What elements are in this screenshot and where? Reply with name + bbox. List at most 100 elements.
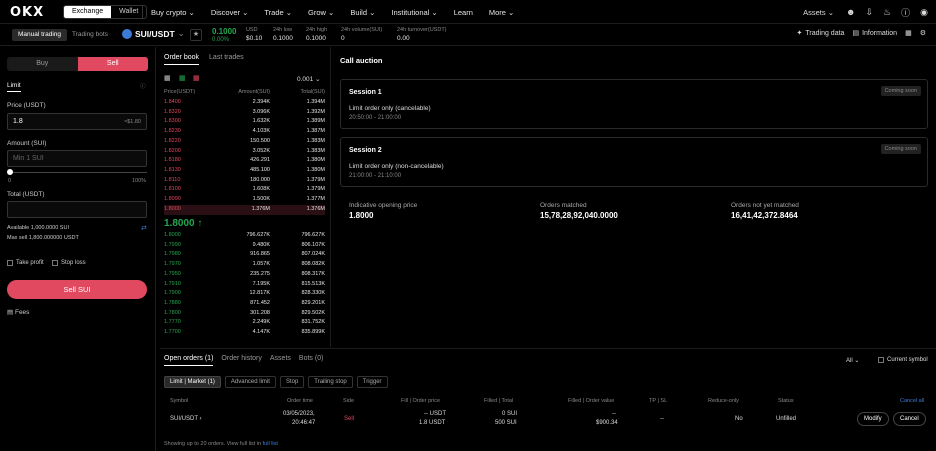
tab-assets[interactable]: Assets (270, 355, 291, 366)
ask-row[interactable]: 1.8130 485.100 1.380M (164, 166, 325, 176)
last-price: 0.1000 (212, 27, 237, 36)
ask-row[interactable]: 1.8090 1.500K 1.377M (164, 195, 325, 205)
ask-row[interactable]: 1.8100 1.608K 1.379M (164, 185, 325, 195)
tab-order-history[interactable]: Order history (221, 355, 261, 366)
row-amount: 871.452 (250, 299, 270, 306)
book-view-both-icon[interactable]: ▦ (164, 74, 171, 82)
ask-row[interactable]: 1.8400 2.394K 1.394M (164, 98, 325, 108)
bid-row[interactable]: 1.7990 9.480K 806.107K (164, 241, 325, 251)
menu-grow[interactable]: Grow ⌄ (308, 8, 334, 17)
settings-gear-icon[interactable]: ⚙ (920, 29, 926, 37)
stop-loss-checkbox[interactable]: Stop loss (52, 260, 86, 266)
pair-selector[interactable]: SUI/USDT ⌄ (122, 28, 185, 39)
amount-input[interactable]: Min 1 SUI (7, 150, 147, 167)
transfer-icon[interactable]: ⇄ (141, 224, 147, 232)
book-view-bids-icon[interactable]: ▦ (179, 74, 186, 82)
ask-row[interactable]: 1.8230 4.103K 1.387M (164, 127, 325, 137)
amount-slider-handle[interactable] (7, 169, 13, 175)
order-form: Buy Sell Limit ⓘ Price (USDT) 1.8 ≈$1.80… (0, 47, 155, 451)
ask-row[interactable]: 1.8220 150.500 1.383M (164, 137, 325, 147)
buy-tab[interactable]: Buy (7, 57, 78, 71)
exchange-tab[interactable]: Exchange (64, 6, 112, 18)
row-price: 1.8000 (164, 205, 181, 212)
total-input[interactable] (7, 201, 147, 218)
chip-trigger[interactable]: Trigger (356, 376, 388, 388)
menu-buy-crypto[interactable]: Buy crypto ⌄ (151, 8, 195, 17)
fees-link[interactable]: ▤ Fees (7, 308, 29, 316)
price-input[interactable]: 1.8 ≈$1.80 (7, 113, 147, 130)
metric-value: 16,41,42,372.8464 (731, 211, 798, 220)
stat-label: 24h turnover(USDT) (397, 27, 447, 33)
menu-build[interactable]: Build ⌄ (350, 8, 375, 17)
okx-logo[interactable]: OKX (10, 5, 44, 20)
precision-select[interactable]: 0.001 ⌄ (297, 75, 321, 83)
ask-row[interactable]: 1.8180 426.291 1.380M (164, 156, 325, 166)
information-icon: ▤ (852, 30, 860, 37)
menu-trade[interactable]: Trade ⌄ (264, 8, 292, 17)
sell-tab[interactable]: Sell (77, 57, 148, 71)
trading-data-link[interactable]: Trading data (805, 30, 844, 37)
assets-menu[interactable]: Assets ⌄ (803, 8, 834, 17)
col-fill-order-price: Fill | Order price (401, 398, 441, 404)
bell-icon[interactable]: ♨ (883, 7, 891, 18)
cancel-all-link[interactable]: Cancel all (900, 398, 924, 404)
download-icon[interactable]: ⇩ (866, 7, 874, 18)
bid-row[interactable]: 1.8000 796.627K 796.627K (164, 231, 325, 241)
information-link[interactable]: Information (862, 30, 897, 37)
stat-24h-turnover: 24h turnover(USDT) 0.00 (397, 27, 447, 42)
tab-open-orders[interactable]: Open orders (1) (164, 355, 214, 366)
tab-order-book[interactable]: Order book (164, 54, 200, 65)
manual-trading-tab[interactable]: Manual trading (12, 29, 67, 41)
sui-coin-icon (122, 28, 132, 39)
bid-row[interactable]: 1.7900 12.817K 828.330K (164, 289, 325, 299)
row-total: 1.380M (306, 157, 325, 164)
sell-sui-button[interactable]: Sell SUI (7, 280, 147, 299)
bid-row[interactable]: 1.7880 871.452 829.201K (164, 299, 325, 309)
help-icon[interactable]: ⓘ (901, 6, 910, 19)
bid-row[interactable]: 1.7800 301.208 829.502K (164, 309, 325, 319)
user-icon[interactable]: ☻ (846, 7, 855, 17)
bid-row[interactable]: 1.7700 4.147K 835.899K (164, 328, 325, 338)
bid-row[interactable]: 1.7910 7.195K 815.513K (164, 280, 325, 290)
trading-bots-tab[interactable]: Trading bots (66, 29, 114, 41)
cancel-button[interactable]: Cancel (893, 412, 926, 426)
layout-icon[interactable]: ▦ (905, 29, 912, 37)
tab-bots[interactable]: Bots (0) (299, 355, 324, 366)
full-list-link[interactable]: full list (263, 441, 278, 447)
ask-row[interactable]: 1.8320 3.096K 1.392M (164, 108, 325, 118)
tab-last-trades[interactable]: Last trades (209, 54, 244, 65)
chip-stop[interactable]: Stop (279, 376, 305, 388)
menu-more[interactable]: More ⌄ (489, 8, 514, 17)
chevron-down-icon: ⌄ (177, 28, 185, 38)
row-total: 1.379M (306, 176, 325, 183)
chip-limit-market[interactable]: Limit | Market (1) (164, 376, 221, 388)
order-symbol-link[interactable]: SUI/USDT › (170, 416, 202, 422)
limit-tab[interactable]: Limit (7, 82, 21, 92)
ask-row[interactable]: 1.8200 3.052K 1.383M (164, 147, 325, 157)
amount-slider-track[interactable] (9, 172, 147, 173)
favorite-star-icon[interactable]: ★ (190, 29, 202, 41)
globe-icon[interactable]: ◉ (920, 7, 928, 18)
bid-row[interactable]: 1.7980 916.865 807.024K (164, 250, 325, 260)
bid-row[interactable]: 1.7950 235.275 808.317K (164, 270, 325, 280)
chip-advanced-limit[interactable]: Advanced limit (224, 376, 276, 388)
take-profit-checkbox[interactable]: Take profit (7, 260, 44, 266)
ask-row[interactable]: 1.8300 1.632K 1.389M (164, 117, 325, 127)
menu-institutional[interactable]: Institutional ⌄ (391, 8, 437, 17)
metric-value: 15,78,28,92,040.0000 (540, 211, 618, 220)
filter-all-select[interactable]: All ⌄ (846, 357, 859, 364)
menu-discover[interactable]: Discover ⌄ (211, 8, 249, 17)
bid-row[interactable]: 1.7970 1.057K 808.082K (164, 260, 325, 270)
row-price: 1.8220 (164, 137, 181, 144)
ask-row[interactable]: 1.8110 180.000 1.379M (164, 176, 325, 186)
menu-learn[interactable]: Learn (454, 8, 473, 17)
current-symbol-checkbox[interactable]: Current symbol (878, 357, 928, 363)
bid-row[interactable]: 1.7770 2.249K 831.752K (164, 318, 325, 328)
ask-row[interactable]: 1.8000 1.376M 1.376M (164, 204, 325, 215)
book-view-asks-icon[interactable]: ▦ (193, 74, 200, 82)
modify-button[interactable]: Modify (857, 412, 889, 426)
info-icon[interactable]: ⓘ (140, 82, 146, 90)
row-amount: 4.147K (252, 329, 270, 335)
chip-trailing-stop[interactable]: Trailing stop (308, 376, 353, 388)
top-nav: OKX Exchange Wallet Buy crypto ⌄ Discove… (0, 0, 936, 24)
